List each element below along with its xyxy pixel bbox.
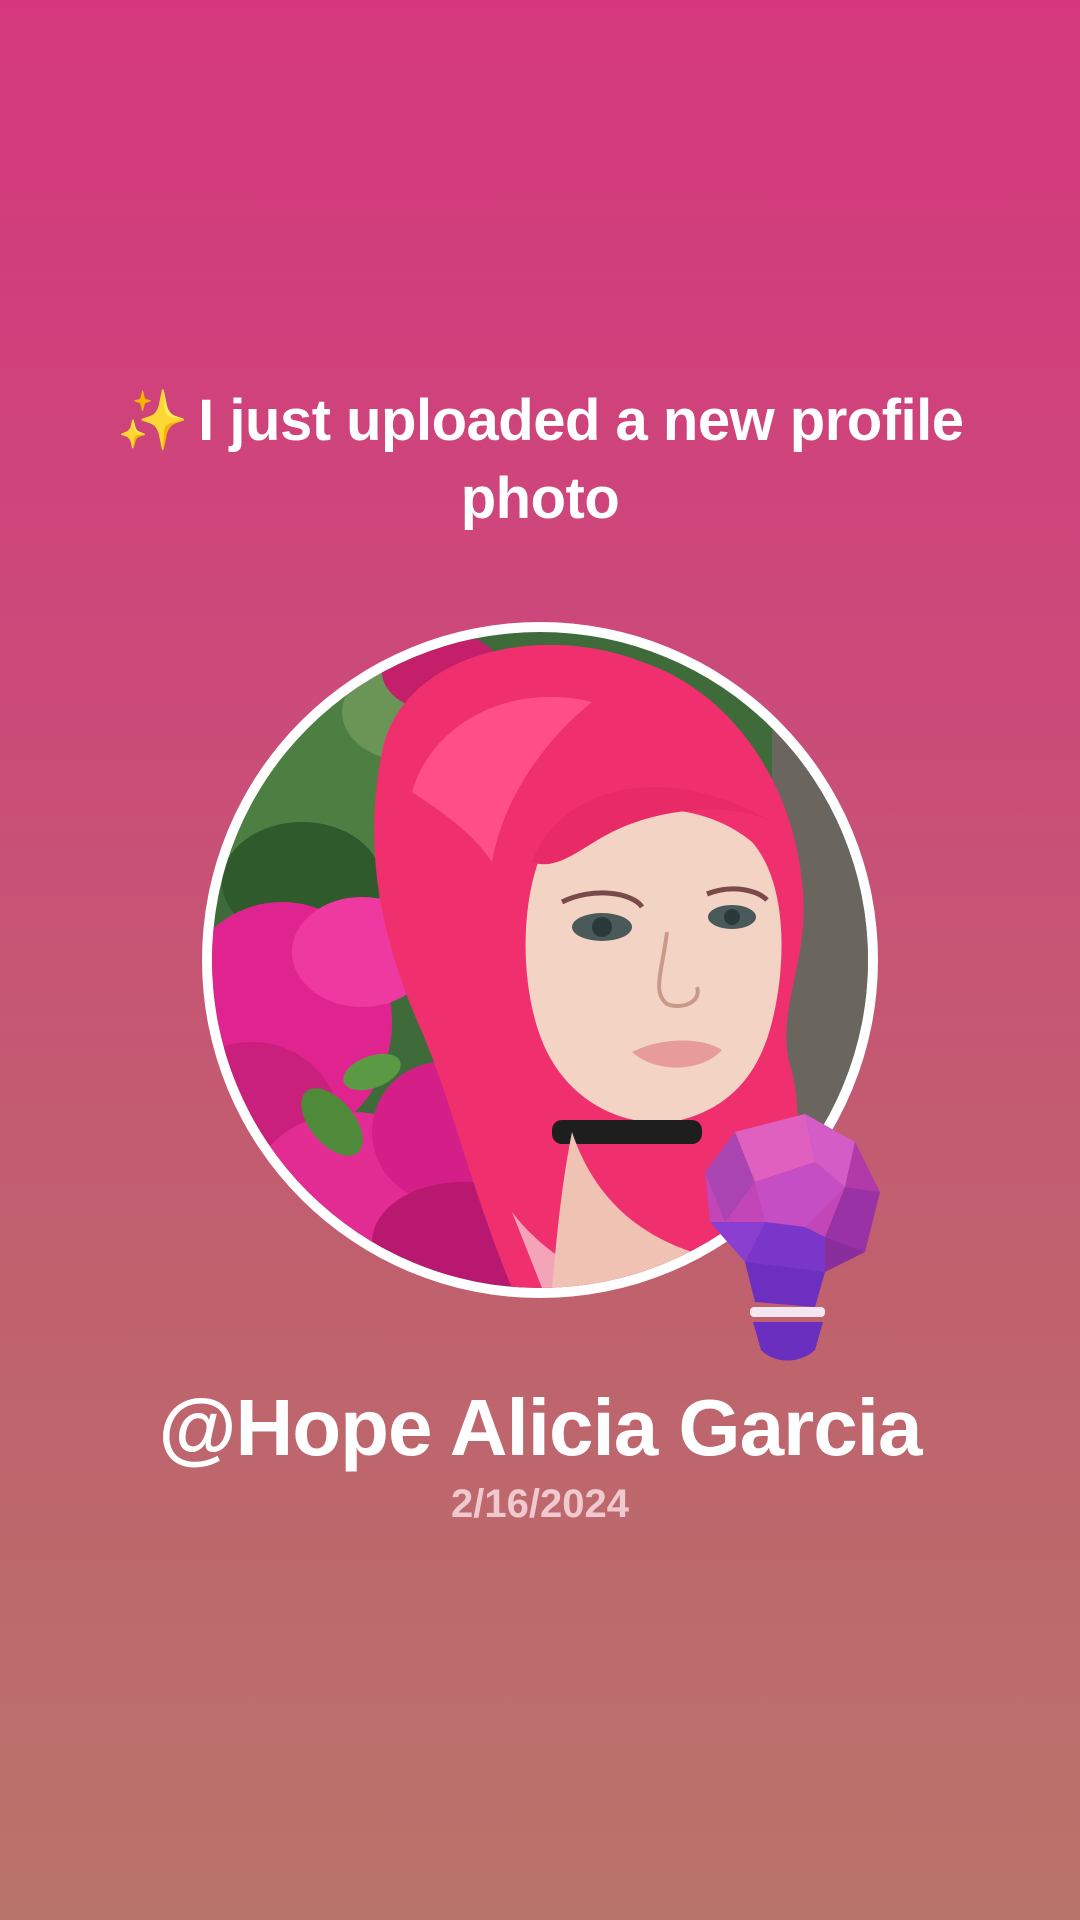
headline-text: I just uploaded a new profile photo (198, 388, 964, 531)
username: @Hope Alicia Garcia (158, 1383, 923, 1472)
sparkles-icon: ✨ (116, 388, 189, 453)
upload-date: 2/16/2024 (451, 1482, 629, 1526)
lightbulb-icon (695, 1112, 883, 1362)
share-card: ✨ I just uploaded a new profile photo @H… (0, 0, 1080, 1920)
headline: ✨ I just uploaded a new profile photo (90, 382, 990, 538)
